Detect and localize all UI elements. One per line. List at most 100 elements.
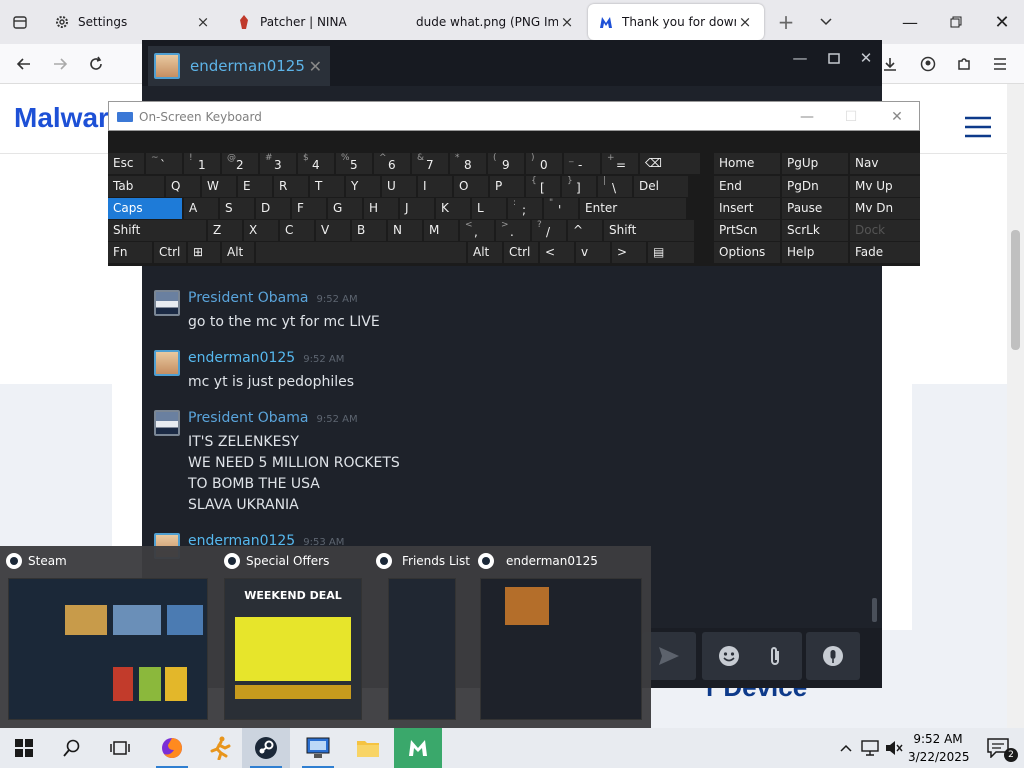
- osk-key[interactable]: [256, 242, 466, 263]
- account-button[interactable]: [914, 50, 942, 78]
- file-explorer-taskbar-button[interactable]: [344, 728, 392, 768]
- osk-key[interactable]: N: [388, 220, 422, 241]
- extensions-button[interactable]: [950, 50, 978, 78]
- forward-button[interactable]: [46, 50, 74, 78]
- osk-key[interactable]: (9: [488, 153, 524, 174]
- osk-key[interactable]: W: [202, 176, 236, 197]
- osk-key[interactable]: ⌫: [640, 153, 700, 174]
- osk-nav-key[interactable]: Mv Dn: [850, 198, 920, 219]
- close-tab-icon[interactable]: ×: [736, 13, 754, 31]
- osk-key[interactable]: ? /: [532, 220, 566, 241]
- osk-nav-key[interactable]: PrtScn: [714, 220, 780, 241]
- back-button[interactable]: [10, 50, 38, 78]
- notifications-button[interactable]: 2: [974, 728, 1022, 768]
- tab-image[interactable]: dude what.png (PNG Imag ×: [406, 4, 586, 40]
- osk-key[interactable]: v: [576, 242, 610, 263]
- search-button[interactable]: [48, 728, 96, 768]
- osk-key[interactable]: O: [454, 176, 488, 197]
- osk-key[interactable]: J: [400, 198, 434, 219]
- osk-nav-key[interactable]: PgUp: [782, 153, 848, 174]
- osk-key[interactable]: A: [184, 198, 218, 219]
- osk-key[interactable]: % 5: [336, 153, 372, 174]
- tab-thank-you[interactable]: Thank you for downloa ×: [588, 4, 764, 40]
- close-tab-icon[interactable]: ×: [558, 13, 576, 31]
- osk-key[interactable]: " ': [544, 198, 578, 219]
- osk-key[interactable]: B: [352, 220, 386, 241]
- osk-key[interactable]: + =: [602, 153, 638, 174]
- reload-button[interactable]: [82, 50, 110, 78]
- remote-desktop-taskbar-button[interactable]: [294, 728, 342, 768]
- osk-key[interactable]: _ -: [564, 153, 600, 174]
- osk-key[interactable]: }]: [562, 176, 596, 197]
- preview-friends-list[interactable]: Friends List: [370, 546, 472, 728]
- list-tabs-button[interactable]: [804, 8, 848, 36]
- osk-nav-key[interactable]: End: [714, 176, 780, 197]
- chat-scrollbar[interactable]: [872, 598, 877, 622]
- site-menu-icon[interactable]: [964, 116, 992, 138]
- osk-key[interactable]: Ctrl: [504, 242, 538, 263]
- osk-nav-key[interactable]: Nav: [850, 153, 920, 174]
- osk-key[interactable]: & 7: [412, 153, 448, 174]
- osk-nav-key[interactable]: PgDn: [782, 176, 848, 197]
- osk-nav-key[interactable]: Help: [782, 242, 848, 263]
- osk-key[interactable]: Tab: [108, 176, 164, 197]
- osk-key[interactable]: Z: [208, 220, 242, 241]
- scrollbar-thumb[interactable]: [1011, 230, 1020, 350]
- preview-enderman0125[interactable]: enderman0125: [472, 546, 651, 728]
- osk-key[interactable]: Alt: [468, 242, 502, 263]
- minimize-button[interactable]: —: [788, 48, 812, 68]
- osk-key[interactable]: V: [316, 220, 350, 241]
- message-sender[interactable]: President Obama 9:52 AM: [188, 290, 358, 306]
- page-scrollbar[interactable]: [1007, 84, 1024, 728]
- task-view-button[interactable]: [96, 728, 144, 768]
- osk-key[interactable]: #3: [260, 153, 296, 174]
- osk-key[interactable]: Alt: [222, 242, 254, 263]
- tab-patcher[interactable]: Patcher | NINA: [226, 4, 406, 40]
- voice-button[interactable]: [806, 632, 860, 680]
- site-logo[interactable]: Malwar: [14, 102, 109, 134]
- chat-tab[interactable]: enderman0125 ✕: [148, 46, 330, 86]
- osk-key[interactable]: ▤: [648, 242, 694, 263]
- attach-button[interactable]: [748, 632, 802, 680]
- osk-maximize-button[interactable]: ☐: [839, 108, 863, 126]
- osk-key[interactable]: K: [436, 198, 470, 219]
- osk-key[interactable]: T: [310, 176, 344, 197]
- osk-nav-key[interactable]: Options: [714, 242, 780, 263]
- osk-key[interactable]: E: [238, 176, 272, 197]
- osk-key[interactable]: ) 0: [526, 153, 562, 174]
- new-tab-button[interactable]: +: [764, 8, 808, 36]
- osk-key[interactable]: P: [490, 176, 524, 197]
- osk-nav-key[interactable]: Fade: [850, 242, 920, 263]
- message-sender[interactable]: President Obama 9:52 AM: [188, 410, 358, 426]
- osk-key[interactable]: M: [424, 220, 458, 241]
- osk-key[interactable]: :;: [508, 198, 542, 219]
- osk-key[interactable]: S: [220, 198, 254, 219]
- osk-key[interactable]: * 8: [450, 153, 486, 174]
- tab-settings[interactable]: Settings ×: [44, 4, 222, 40]
- osk-nav-key[interactable]: Mv Up: [850, 176, 920, 197]
- osk-key[interactable]: D: [256, 198, 290, 219]
- osk-key[interactable]: H: [364, 198, 398, 219]
- osk-key[interactable]: L: [472, 198, 506, 219]
- osk-key[interactable]: X: [244, 220, 278, 241]
- close-tab-icon[interactable]: ×: [194, 13, 212, 31]
- osk-key[interactable]: Del: [634, 176, 688, 197]
- close-icon[interactable]: ✕: [309, 57, 322, 76]
- maximize-button[interactable]: [822, 48, 846, 68]
- osk-close-button[interactable]: ✕: [885, 108, 909, 126]
- volume-button[interactable]: [882, 728, 906, 768]
- osk-key[interactable]: I: [418, 176, 452, 197]
- osk-key[interactable]: Shift: [108, 220, 206, 241]
- show-hidden-icons-button[interactable]: [834, 728, 858, 768]
- osk-key[interactable]: Fn: [108, 242, 152, 263]
- osk-key[interactable]: ⊞: [188, 242, 220, 263]
- osk-nav-key[interactable]: Home: [714, 153, 780, 174]
- osk-key[interactable]: C: [280, 220, 314, 241]
- preview-steam[interactable]: Steam: [0, 546, 218, 728]
- osk-key[interactable]: F: [292, 198, 326, 219]
- menu-button[interactable]: [986, 50, 1014, 78]
- osk-key[interactable]: Enter: [580, 198, 686, 219]
- osk-key[interactable]: Y: [346, 176, 380, 197]
- osk-key[interactable]: ! 1: [184, 153, 220, 174]
- minimize-button[interactable]: —: [888, 8, 932, 36]
